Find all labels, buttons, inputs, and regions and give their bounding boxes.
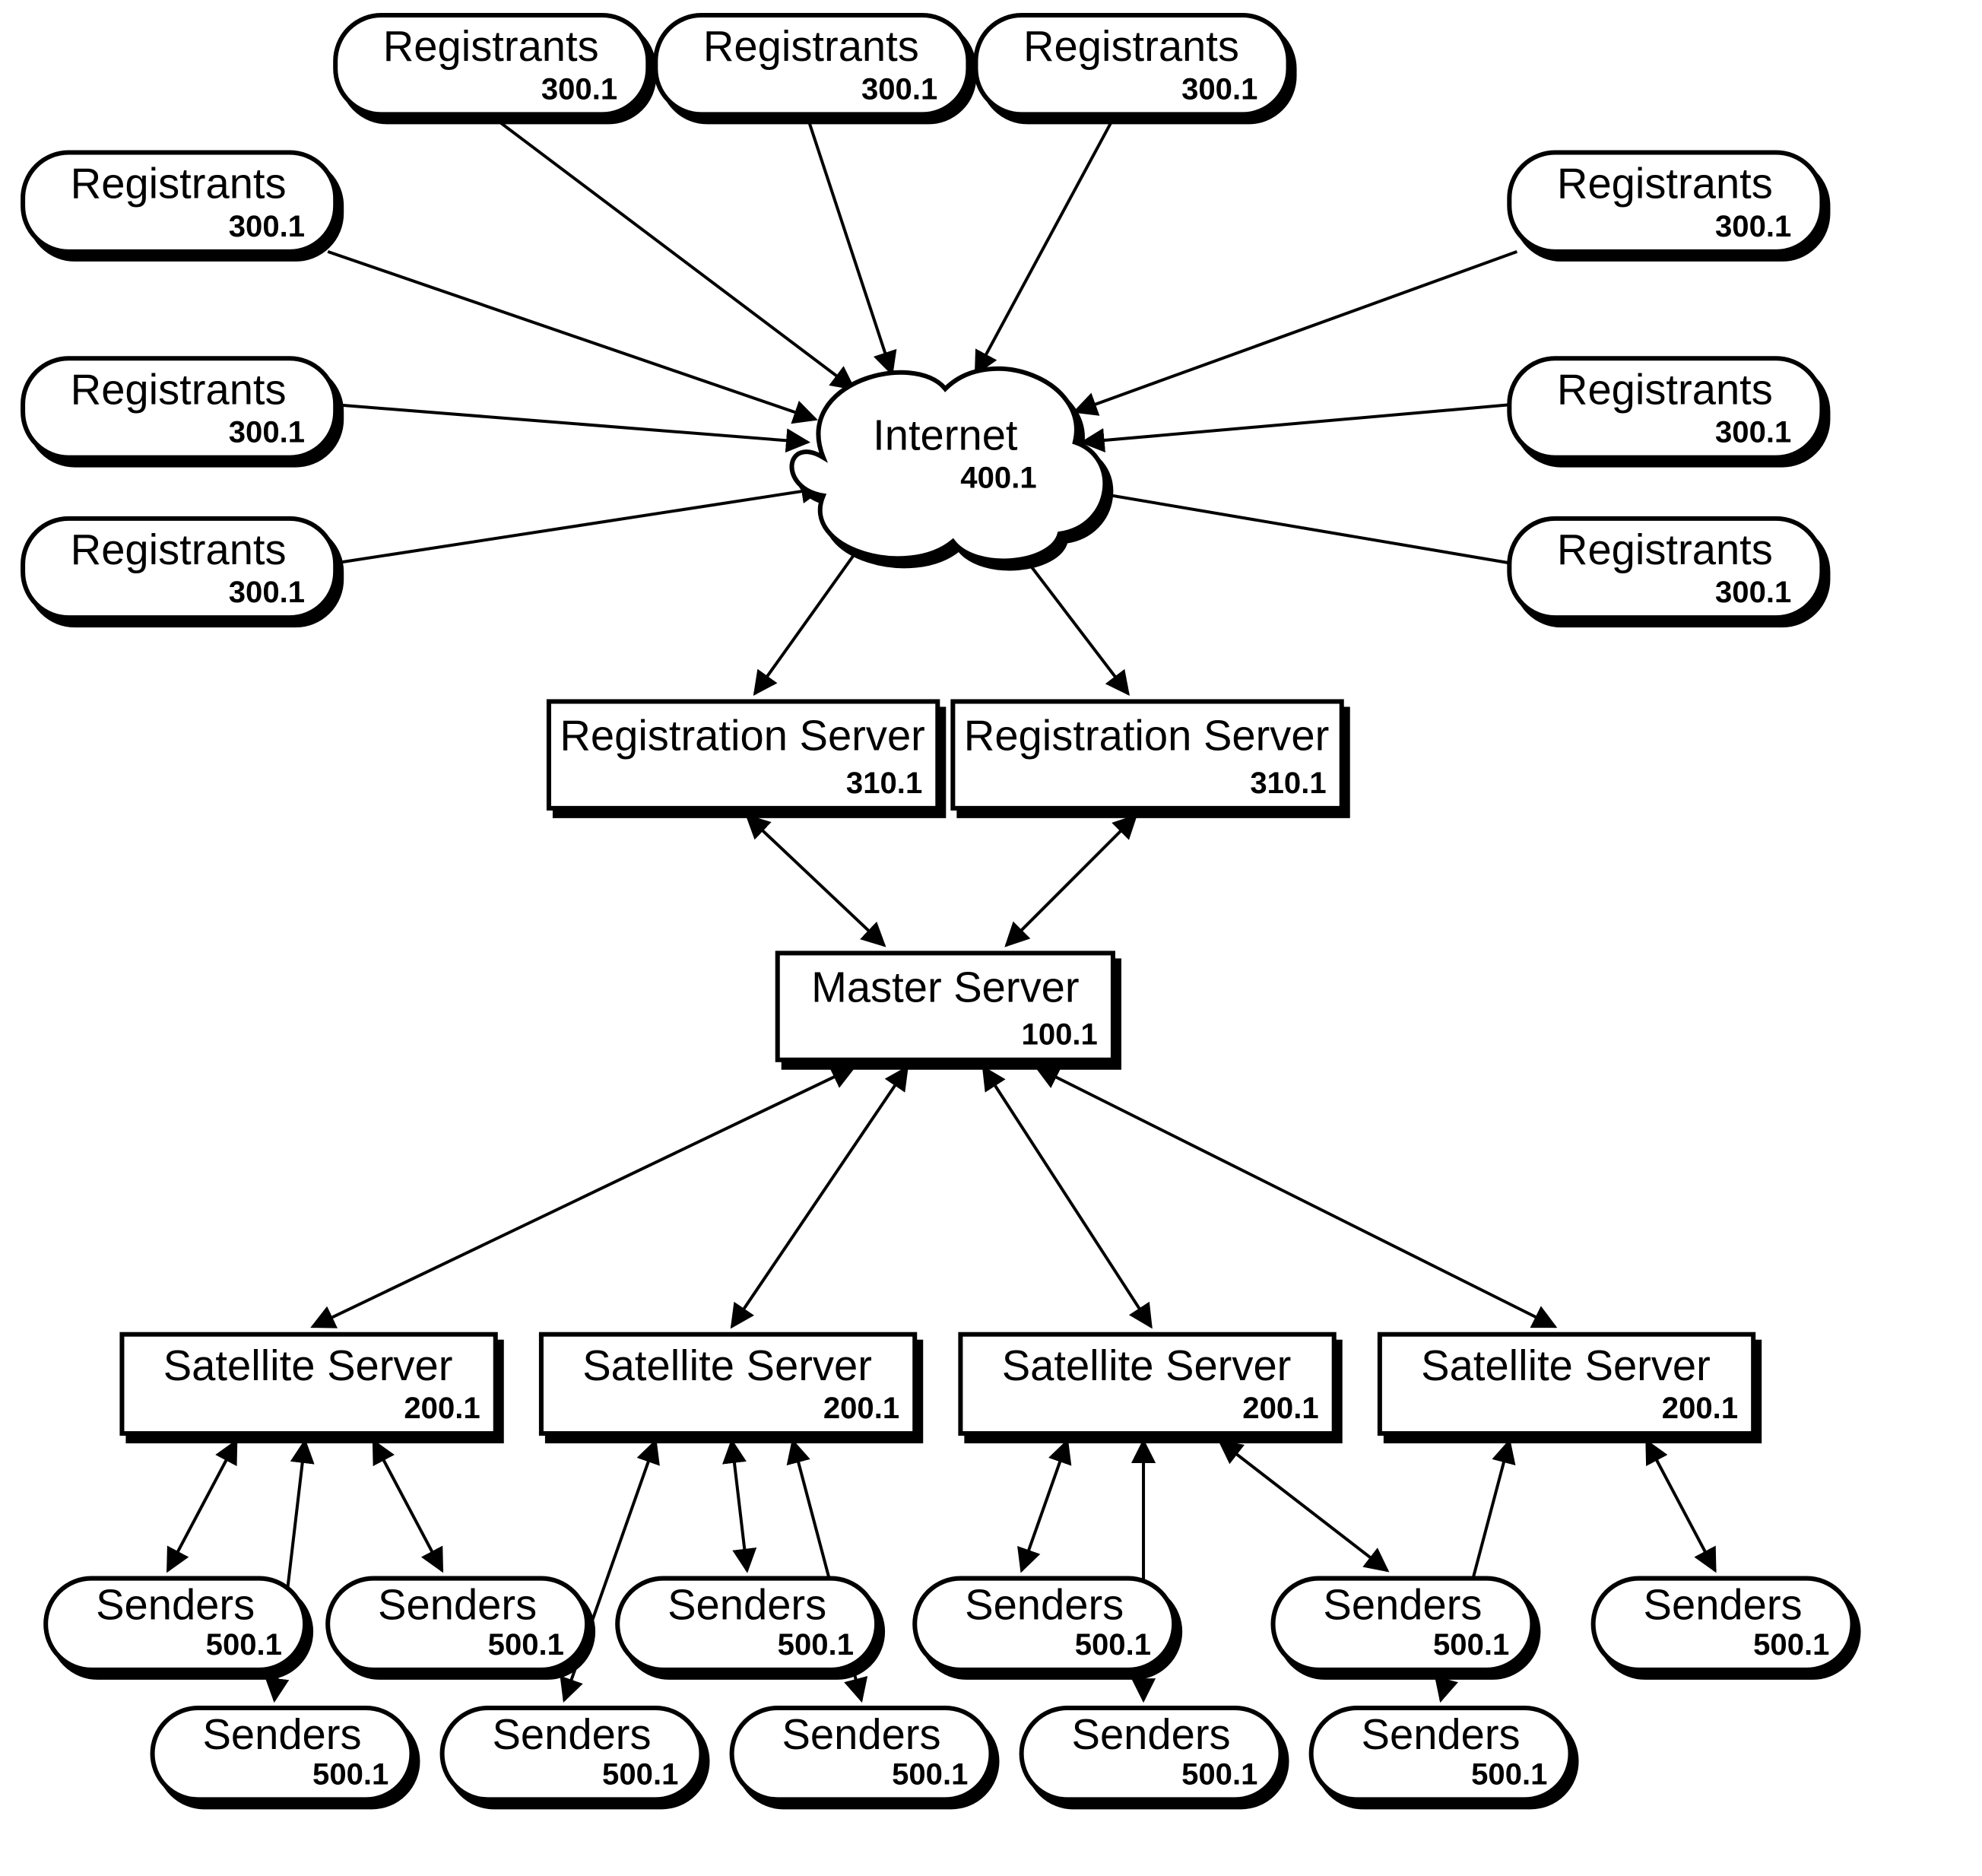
ref: 200.1 bbox=[823, 1392, 899, 1425]
ref: 200.1 bbox=[1662, 1392, 1738, 1425]
ref: 500.1 bbox=[892, 1757, 968, 1791]
ref: 500.1 bbox=[1753, 1628, 1829, 1662]
node-registration-server: Registration Server 310.1 bbox=[953, 701, 1341, 808]
node-registrant: Registrants 300.1 bbox=[975, 15, 1288, 114]
node-registrant: Registrants 300.1 bbox=[1509, 153, 1822, 252]
ref: 300.1 bbox=[229, 576, 305, 609]
label: Satellite Server bbox=[582, 1341, 872, 1389]
node-registrant: Registrants 300.1 bbox=[335, 15, 648, 114]
ref: 500.1 bbox=[778, 1628, 854, 1662]
label: Senders bbox=[202, 1710, 361, 1758]
node-sender: Senders 500.1 bbox=[1594, 1579, 1853, 1670]
label: Satellite Server bbox=[163, 1341, 453, 1389]
label: Satellite Server bbox=[1002, 1341, 1292, 1389]
edges bbox=[168, 119, 1715, 1700]
node-registrant: Registrants 300.1 bbox=[23, 358, 335, 457]
ref: 300.1 bbox=[229, 210, 305, 243]
ref: 500.1 bbox=[1181, 1757, 1257, 1791]
ref: 500.1 bbox=[488, 1628, 564, 1662]
label: Senders bbox=[96, 1581, 255, 1629]
ref: 200.1 bbox=[1242, 1392, 1318, 1425]
label: Registrants bbox=[1557, 525, 1773, 573]
label: Senders bbox=[668, 1581, 826, 1629]
ref: 500.1 bbox=[206, 1628, 282, 1662]
node-registration-server: Registration Server 310.1 bbox=[549, 701, 937, 808]
label: Registrants bbox=[71, 365, 287, 413]
label: Internet bbox=[873, 411, 1018, 459]
node-registrant: Registrants 300.1 bbox=[1509, 519, 1822, 617]
label: Senders bbox=[1644, 1581, 1803, 1629]
node-satellite-server: Satellite Server 200.1 bbox=[122, 1335, 495, 1433]
node-satellite-server: Satellite Server 200.1 bbox=[1380, 1335, 1753, 1433]
label: Registration Server bbox=[964, 712, 1330, 760]
ref: 500.1 bbox=[602, 1757, 678, 1791]
ref: 500.1 bbox=[1471, 1757, 1547, 1791]
label: Senders bbox=[782, 1710, 940, 1758]
label: Registration Server bbox=[560, 712, 925, 760]
ref: 300.1 bbox=[1715, 210, 1791, 243]
ref: 300.1 bbox=[541, 72, 617, 106]
label: Senders bbox=[492, 1710, 651, 1758]
node-sender: Senders 500.1 bbox=[1022, 1708, 1281, 1799]
label: Master Server bbox=[811, 963, 1080, 1011]
node-registrant: Registrants 300.1 bbox=[23, 519, 335, 617]
label: Satellite Server bbox=[1421, 1341, 1711, 1389]
node-internet: Internet 400.1 bbox=[791, 369, 1105, 561]
ref: 300.1 bbox=[229, 416, 305, 449]
ref: 100.1 bbox=[1022, 1018, 1098, 1052]
ref: 500.1 bbox=[1075, 1628, 1151, 1662]
node-satellite-server: Satellite Server 200.1 bbox=[960, 1335, 1333, 1433]
node-satellite-server: Satellite Server 200.1 bbox=[541, 1335, 915, 1433]
ref: 400.1 bbox=[960, 462, 1036, 495]
network-diagram: Registrants 300.1 Registrants 300.1 Regi… bbox=[0, 0, 1982, 1876]
label: Registrants bbox=[71, 160, 287, 208]
node-sender: Senders 500.1 bbox=[328, 1579, 587, 1670]
label: Registrants bbox=[1557, 365, 1773, 413]
node-sender: Senders 500.1 bbox=[442, 1708, 702, 1799]
node-sender: Senders 500.1 bbox=[153, 1708, 412, 1799]
ref: 310.1 bbox=[1250, 767, 1326, 800]
ref: 300.1 bbox=[1715, 576, 1791, 609]
node-sender: Senders 500.1 bbox=[617, 1579, 877, 1670]
label: Registrants bbox=[703, 22, 919, 70]
label: Registrants bbox=[1023, 22, 1239, 70]
label: Registrants bbox=[383, 22, 599, 70]
node-sender: Senders 500.1 bbox=[46, 1579, 305, 1670]
label: Registrants bbox=[1557, 160, 1773, 208]
node-sender: Senders 500.1 bbox=[915, 1579, 1174, 1670]
ref: 300.1 bbox=[861, 72, 937, 106]
ref: 300.1 bbox=[1181, 72, 1257, 106]
node-master-server: Master Server 100.1 bbox=[778, 953, 1113, 1059]
label: Senders bbox=[378, 1581, 537, 1629]
node-sender: Senders 500.1 bbox=[1273, 1579, 1532, 1670]
ref: 500.1 bbox=[1433, 1628, 1509, 1662]
ref: 300.1 bbox=[1715, 416, 1791, 449]
label: Senders bbox=[1072, 1710, 1231, 1758]
ref: 200.1 bbox=[404, 1392, 480, 1425]
label: Senders bbox=[1362, 1710, 1521, 1758]
label: Senders bbox=[1323, 1581, 1482, 1629]
ref: 310.1 bbox=[846, 767, 922, 800]
node-registrant: Registrants 300.1 bbox=[655, 15, 968, 114]
label: Senders bbox=[965, 1581, 1124, 1629]
node-sender: Senders 500.1 bbox=[1311, 1708, 1571, 1799]
node-registrant: Registrants 300.1 bbox=[1509, 358, 1822, 457]
node-registrant: Registrants 300.1 bbox=[23, 153, 335, 252]
ref: 500.1 bbox=[312, 1757, 388, 1791]
node-sender: Senders 500.1 bbox=[732, 1708, 991, 1799]
label: Registrants bbox=[71, 525, 287, 573]
